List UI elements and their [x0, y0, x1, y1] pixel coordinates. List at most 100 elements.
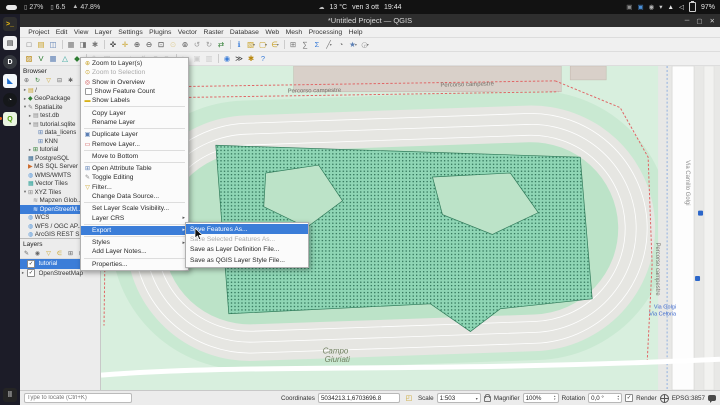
submenu-item-save-as-layer-definition-file[interactable]: Save as Layer Definition File...: [186, 245, 308, 255]
magnifier-spinbox[interactable]: 100% ▴▾: [523, 393, 559, 403]
submenu-item-save-as-qgis-layer-style-file[interactable]: Save as QGIS Layer Style File...: [186, 255, 308, 265]
measure-icon[interactable]: ╱▾: [324, 39, 335, 50]
save-project-icon[interactable]: ◫: [48, 39, 59, 50]
add-raster-layer-icon[interactable]: ▦: [48, 53, 59, 64]
files-icon[interactable]: ▤: [3, 36, 17, 50]
deselect-features-dropdown-icon[interactable]: ▾: [265, 42, 267, 47]
context-menu-item-filter[interactable]: ▽Filter...: [81, 183, 188, 192]
crs-globe-icon[interactable]: [660, 394, 669, 403]
expand-arrow-icon[interactable]: ▸: [20, 270, 26, 276]
system-tray[interactable]: ▣▣◉▾▲◁ 97%: [626, 2, 715, 12]
browser-properties-icon[interactable]: ✱: [67, 76, 75, 84]
zoom-full-icon[interactable]: ⊡: [156, 39, 167, 50]
locator-input[interactable]: [24, 393, 132, 403]
context-menu-item-move-to-bottom[interactable]: Move to Bottom: [81, 152, 188, 161]
select-features-icon[interactable]: ▧▾: [246, 39, 257, 50]
context-menu-item-open-attribute-table[interactable]: ⊞Open Attribute Table: [81, 164, 188, 173]
osm-place-search-icon[interactable]: ◉: [222, 53, 233, 64]
menu-raster[interactable]: Raster: [200, 29, 226, 36]
menu-vector[interactable]: Vector: [175, 29, 201, 36]
close-button[interactable]: ✕: [710, 17, 715, 25]
data-source-manager-icon[interactable]: ▨: [24, 53, 35, 64]
software-update-icon[interactable]: ▣: [637, 3, 643, 11]
keyboard-indicator-icon[interactable]: ▾: [659, 3, 662, 11]
pan-to-selection-icon[interactable]: ✛: [120, 39, 131, 50]
collapse-all-icon[interactable]: ⊟: [56, 76, 64, 84]
menu-processing[interactable]: Processing: [305, 29, 345, 36]
title-bar[interactable]: *Untitled Project — QGIS ─ ▢ ✕: [20, 14, 720, 27]
menu-help[interactable]: Help: [345, 29, 365, 36]
menu-project[interactable]: Project: [25, 29, 53, 36]
render-checkbox[interactable]: ✓: [625, 394, 633, 402]
zoom-to-selection-icon[interactable]: ⊙: [168, 39, 179, 50]
zoom-next-icon[interactable]: ↻: [204, 39, 215, 50]
context-menu-item-export[interactable]: Export▸: [81, 226, 188, 235]
filter-browser-icon[interactable]: ▽: [45, 76, 53, 84]
lock-scale-icon[interactable]: [484, 396, 491, 402]
context-menu-item-rename-layer[interactable]: Rename Layer: [81, 118, 188, 127]
new-print-layout-icon[interactable]: ▦: [66, 39, 77, 50]
context-menu-item-add-layer-notes[interactable]: Add Layer Notes...: [81, 247, 188, 256]
menu-mesh[interactable]: Mesh: [282, 29, 305, 36]
context-menu-item-show-in-overview[interactable]: ◎Show in Overview: [81, 78, 188, 87]
menu-layer[interactable]: Layer: [92, 29, 115, 36]
scale-dropdown-arrow[interactable]: ▾: [476, 396, 478, 401]
statistics-panel-icon[interactable]: Σ: [312, 39, 323, 50]
vscode-icon[interactable]: ◣: [3, 74, 17, 88]
select-by-expression-icon[interactable]: ∈▾: [270, 39, 281, 50]
refresh-map-icon[interactable]: ⇄: [216, 39, 227, 50]
temporal-controller-icon[interactable]: ◶▾: [360, 39, 371, 50]
messages-icon[interactable]: [708, 395, 716, 401]
context-menu-item-remove-layer[interactable]: ▭Remove Layer...: [81, 139, 188, 148]
discord-icon[interactable]: D: [3, 55, 17, 69]
new-bookmark-icon[interactable]: ★▾: [348, 39, 359, 50]
filter-legend-icon[interactable]: ▽: [45, 249, 53, 257]
accessibility-icon[interactable]: ◉: [649, 3, 655, 11]
zoom-last-icon[interactable]: ↺: [192, 39, 203, 50]
deselect-features-icon[interactable]: ▢▾: [258, 39, 269, 50]
context-menu-item-properties[interactable]: Properties...: [81, 260, 188, 269]
add-selected-layers-icon[interactable]: ⊕: [23, 76, 31, 84]
measure-dropdown-icon[interactable]: ▾: [330, 42, 332, 47]
coordinates-field[interactable]: 5034213.1,6703696.8: [318, 393, 400, 403]
qgis-icon[interactable]: Q: [3, 112, 17, 126]
copy-features-icon[interactable]: ▣: [192, 53, 203, 64]
context-menu-item-layer-crs[interactable]: Layer CRS▸: [81, 213, 188, 222]
menu-edit[interactable]: Edit: [53, 29, 71, 36]
field-calculator-icon[interactable]: ∑: [300, 39, 311, 50]
add-mesh-layer-icon[interactable]: △: [60, 53, 71, 64]
submenu-item-save-features-as[interactable]: Save Features As...: [186, 224, 308, 234]
wifi-icon[interactable]: ▲: [668, 4, 674, 11]
memory-load-indicator[interactable]: ▲47.8%: [72, 4, 100, 11]
context-menu-item-show-labels[interactable]: ▬Show Labels: [81, 96, 188, 105]
style-manager-icon[interactable]: ✱: [90, 39, 101, 50]
battery-load-indicator[interactable]: ▯27%: [24, 4, 43, 11]
new-bookmark-dropdown-icon[interactable]: ▾: [355, 42, 357, 47]
volume-icon[interactable]: ◁: [679, 3, 684, 11]
paste-features-icon[interactable]: ▥: [204, 53, 215, 64]
zoom-in-icon[interactable]: ⊕: [132, 39, 143, 50]
crs-status[interactable]: EPSG:3857: [672, 395, 705, 402]
new-project-icon[interactable]: □: [24, 39, 35, 50]
context-menu-item-set-layer-scale-visibility[interactable]: Set Layer Scale Visibility...: [81, 204, 188, 213]
context-menu-item-show-feature-count[interactable]: Show Feature Count: [81, 87, 188, 96]
context-menu-item-zoom-to-layer-s[interactable]: ⊕Zoom to Layer(s): [81, 59, 188, 68]
temporal-controller-dropdown-icon[interactable]: ▾: [367, 42, 369, 47]
zoom-to-layer-icon[interactable]: ⊚: [180, 39, 191, 50]
magnifier-down-icon[interactable]: ▾: [554, 398, 556, 401]
show-apps-icon[interactable]: ⠿: [3, 388, 17, 402]
open-attribute-table-icon[interactable]: ⊞: [288, 39, 299, 50]
terminal-icon[interactable]: >_: [3, 17, 17, 31]
zoom-out-icon[interactable]: ⊖: [144, 39, 155, 50]
filter-by-expression-icon[interactable]: ∈: [56, 249, 64, 257]
menu-view[interactable]: View: [71, 29, 92, 36]
select-features-dropdown-icon[interactable]: ▾: [253, 42, 255, 47]
menu-plugins[interactable]: Plugins: [146, 29, 175, 36]
python-console-icon[interactable]: ≫: [234, 53, 245, 64]
help-icon[interactable]: ?: [258, 53, 269, 64]
extents-icon[interactable]: ◰: [403, 393, 414, 404]
indicator-app-icon[interactable]: ▣: [626, 3, 632, 11]
refresh-browser-icon[interactable]: ↻: [34, 76, 42, 84]
menu-database[interactable]: Database: [227, 29, 262, 36]
rotation-spinbox[interactable]: 0,0 ° ▴▾: [588, 393, 622, 403]
